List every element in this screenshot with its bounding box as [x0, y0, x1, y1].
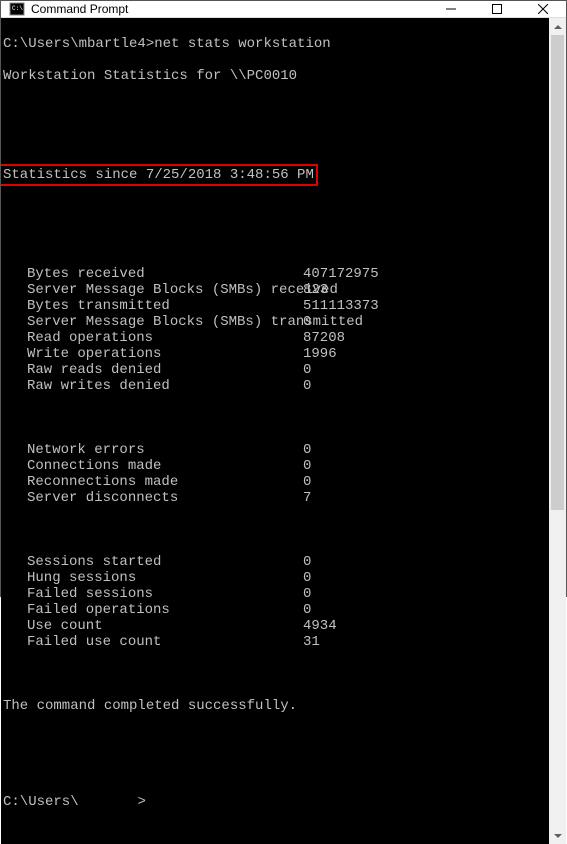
vertical-scrollbar[interactable]: [549, 18, 566, 844]
svg-text:C:\: C:\: [12, 5, 23, 12]
stats-group-2: Network errors0Connections made0Reconnec…: [3, 442, 547, 506]
stat-label: Write operations: [3, 346, 303, 362]
stat-label: Connections made: [3, 458, 303, 474]
stat-label: Use count: [3, 618, 303, 634]
output-header: Workstation Statistics for \\PC0010: [3, 68, 547, 84]
completion-line: The command completed successfully.: [3, 698, 547, 714]
blank-line: [3, 410, 547, 426]
stat-value: 0: [303, 586, 547, 602]
prompt-cursor: >: [137, 794, 145, 810]
stat-value: 87208: [303, 330, 547, 346]
stat-label: Failed sessions: [3, 586, 303, 602]
window-title: Command Prompt: [31, 2, 428, 16]
stat-value: 823: [303, 282, 547, 298]
scroll-thumb[interactable]: [551, 35, 564, 510]
stat-value: 0: [303, 362, 547, 378]
stat-row: Server Message Blocks (SMBs) transmitted…: [3, 314, 547, 330]
stat-value: 31: [303, 634, 547, 650]
stat-label: Hung sessions: [3, 570, 303, 586]
stat-label: Raw writes denied: [3, 378, 303, 394]
stat-value: 0: [303, 442, 547, 458]
blank-line: [3, 234, 547, 250]
stat-value: 7: [303, 490, 547, 506]
minimize-button[interactable]: [428, 1, 474, 17]
stat-label: Server disconnects: [3, 490, 303, 506]
stat-row: Hung sessions0: [3, 570, 547, 586]
command-prompt-window: C:\ Command Prompt C:\Users\mbartle4>net…: [0, 0, 567, 597]
blank-line: [3, 100, 547, 116]
scroll-track[interactable]: [549, 35, 566, 827]
stat-label: Bytes transmitted: [3, 298, 303, 314]
stat-row: Read operations87208: [3, 330, 547, 346]
blank-line: [3, 202, 547, 218]
stat-row: Sessions started0: [3, 554, 547, 570]
client-area: C:\Users\mbartle4>net stats workstation …: [1, 18, 566, 844]
stat-row: Connections made0: [3, 458, 547, 474]
stat-row: Failed use count31: [3, 634, 547, 650]
scroll-up-arrow[interactable]: [549, 18, 566, 35]
app-icon: C:\: [9, 1, 25, 17]
stat-label: Raw reads denied: [3, 362, 303, 378]
scroll-down-arrow[interactable]: [549, 827, 566, 844]
blank-line: [3, 762, 547, 778]
stat-value: 0: [303, 554, 547, 570]
window-controls: [428, 1, 566, 17]
stat-label: Reconnections made: [3, 474, 303, 490]
stat-value: 4934: [303, 618, 547, 634]
stat-label: Failed operations: [3, 602, 303, 618]
prompt-path: C:\Users\: [3, 794, 79, 810]
stat-value: 0: [303, 458, 547, 474]
stat-value: 0: [303, 474, 547, 490]
blank-line: [3, 730, 547, 746]
stat-row: Server Message Blocks (SMBs) received823: [3, 282, 547, 298]
stat-row: Failed operations0: [3, 602, 547, 618]
since-line: Statistics since 7/25/2018 3:48:56 PM: [1, 164, 318, 186]
terminal-output[interactable]: C:\Users\mbartle4>net stats workstation …: [1, 18, 549, 844]
stat-value: 511113373: [303, 298, 547, 314]
stat-row: Bytes transmitted511113373: [3, 298, 547, 314]
stat-value: 0: [303, 378, 547, 394]
stat-label: Sessions started: [3, 554, 303, 570]
stat-row: Server disconnects7: [3, 490, 547, 506]
stat-value: 0: [303, 602, 547, 618]
stat-label: Read operations: [3, 330, 303, 346]
close-button[interactable]: [520, 1, 566, 17]
stat-value: 1996: [303, 346, 547, 362]
stat-row: Write operations1996: [3, 346, 547, 362]
command-text: net stats workstation: [154, 36, 330, 52]
stat-value: 0: [303, 570, 547, 586]
stat-label: Failed use count: [3, 634, 303, 650]
stat-row: Bytes received407172975: [3, 266, 547, 282]
blank-line: [3, 522, 547, 538]
statistics-since-highlight: Statistics since 7/25/2018 3:48:56 PM: [3, 164, 547, 186]
prompt-line-2: C:\Users\ >: [3, 794, 547, 810]
stat-row: Raw reads denied0: [3, 362, 547, 378]
stat-label: Network errors: [3, 442, 303, 458]
stats-group-3: Sessions started0Hung sessions0Failed se…: [3, 554, 547, 650]
stat-row: Network errors0: [3, 442, 547, 458]
stat-label: Server Message Blocks (SMBs) transmitted: [3, 314, 303, 330]
stat-value: 0: [303, 314, 547, 330]
stat-label: Server Message Blocks (SMBs) received: [3, 282, 303, 298]
stat-value: 407172975: [303, 266, 547, 282]
prompt-line: C:\Users\mbartle4>net stats workstation: [3, 36, 547, 52]
stat-row: Raw writes denied0: [3, 378, 547, 394]
stat-row: Failed sessions0: [3, 586, 547, 602]
titlebar[interactable]: C:\ Command Prompt: [1, 1, 566, 18]
stat-row: Use count4934: [3, 618, 547, 634]
stats-group-1: Bytes received407172975Server Message Bl…: [3, 266, 547, 394]
blank-line: [3, 132, 547, 148]
blank-line: [3, 666, 547, 682]
prompt-path: C:\Users\mbartle4>: [3, 36, 154, 52]
maximize-button[interactable]: [474, 1, 520, 17]
stat-label: Bytes received: [3, 266, 303, 282]
stat-row: Reconnections made0: [3, 474, 547, 490]
